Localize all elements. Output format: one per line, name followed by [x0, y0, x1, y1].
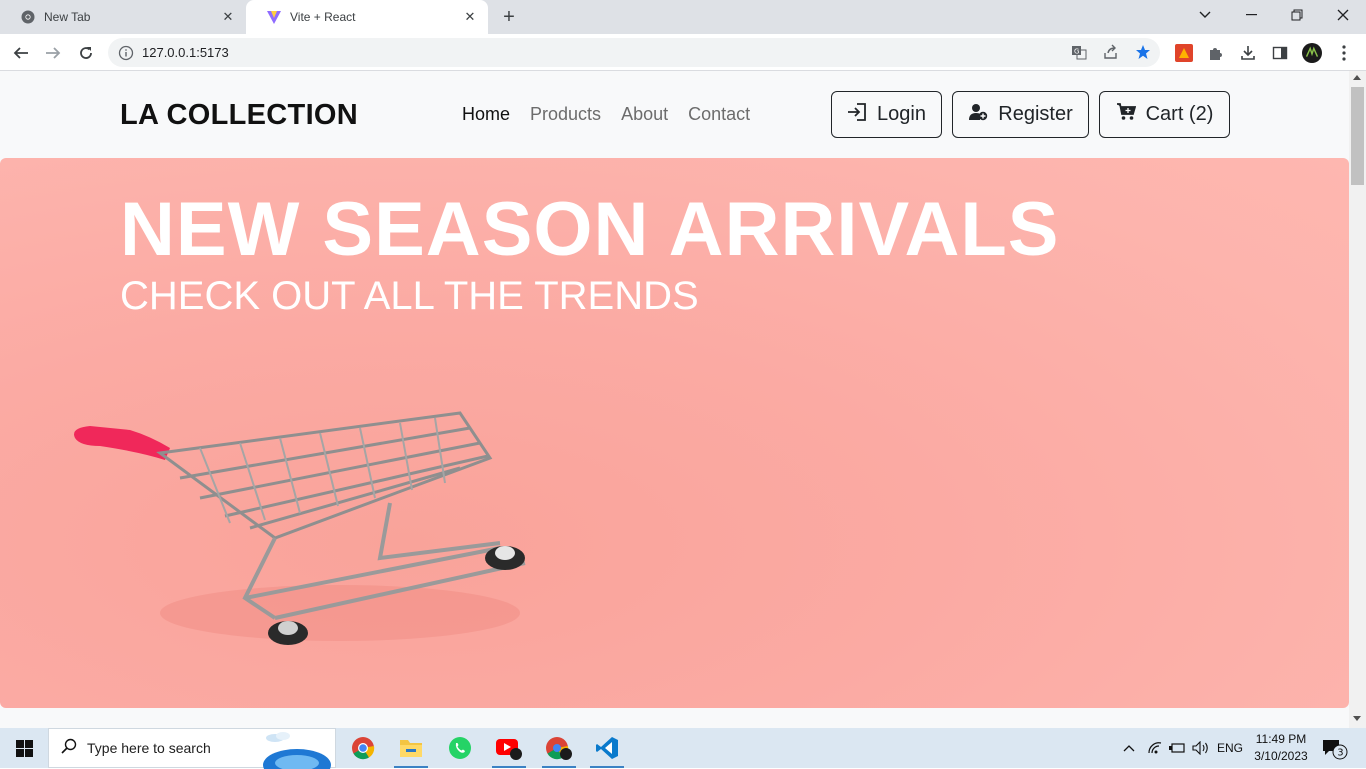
- cart-label: Cart (2): [1145, 103, 1214, 125]
- side-panel-icon[interactable]: [1270, 43, 1290, 63]
- address-bar[interactable]: 127.0.0.1:5173 G: [108, 38, 1160, 67]
- windows-start-icon[interactable]: [0, 728, 48, 768]
- notification-count: 3: [1337, 748, 1343, 759]
- vscode-icon[interactable]: [584, 728, 630, 768]
- chrome-icon: [20, 9, 36, 25]
- menu-dots-icon[interactable]: [1334, 43, 1354, 63]
- profile-avatar[interactable]: [1302, 43, 1322, 63]
- back-arrow-icon[interactable]: [8, 40, 34, 66]
- chrome-profile-taskbar-icon[interactable]: [536, 728, 582, 768]
- browser-toolbar: 127.0.0.1:5173 G: [0, 34, 1366, 71]
- search-placeholder: Type here to search: [87, 740, 211, 756]
- user-plus-icon: [968, 103, 988, 127]
- url-text: 127.0.0.1:5173: [142, 45, 229, 60]
- tab-search-icon[interactable]: [1182, 0, 1228, 30]
- login-label: Login: [877, 103, 926, 125]
- close-icon[interactable]: ✕: [462, 9, 478, 25]
- whatsapp-icon[interactable]: [437, 728, 483, 768]
- main-nav: Home Products About Contact: [462, 104, 750, 125]
- hero-title: NEW SEASON ARRIVALS: [120, 187, 1060, 272]
- language-indicator[interactable]: ENG: [1214, 728, 1246, 768]
- svg-text:G: G: [1074, 48, 1079, 56]
- weather-widget-icon[interactable]: [255, 729, 335, 769]
- tab-title: New Tab: [44, 10, 91, 24]
- tab-title: Vite + React: [290, 10, 356, 24]
- download-icon[interactable]: [1238, 43, 1258, 63]
- register-label: Register: [998, 103, 1073, 125]
- battery-icon[interactable]: [1166, 728, 1188, 768]
- youtube-app-icon[interactable]: [486, 728, 532, 768]
- tab-strip: New Tab ✕ Vite + React ✕ +: [0, 0, 1366, 34]
- reload-icon[interactable]: [73, 40, 99, 66]
- file-explorer-icon[interactable]: [388, 728, 434, 768]
- new-tab-button[interactable]: +: [498, 6, 520, 28]
- scroll-down-icon[interactable]: [1353, 716, 1361, 721]
- forward-arrow-icon[interactable]: [40, 40, 66, 66]
- taskbar: Type here to search ENG 11:49 PM 3/10/20…: [0, 728, 1366, 769]
- translate-icon[interactable]: G: [1070, 43, 1088, 61]
- login-button[interactable]: Login: [831, 91, 942, 138]
- taskbar-search[interactable]: Type here to search: [48, 728, 336, 769]
- hero-subtitle: CHECK OUT ALL THE TRENDS: [120, 274, 699, 318]
- tab-new-tab[interactable]: New Tab ✕: [0, 0, 246, 34]
- notification-center-icon[interactable]: 3: [1322, 738, 1348, 765]
- clock-date: 3/10/2023: [1254, 749, 1308, 763]
- clock-time: 11:49 PM: [1255, 732, 1307, 746]
- nav-products[interactable]: Products: [530, 104, 601, 125]
- page-scrollbar[interactable]: [1349, 71, 1366, 728]
- scroll-thumb[interactable]: [1351, 87, 1364, 185]
- hero-banner: NEW SEASON ARRIVALS CHECK OUT ALL THE TR…: [0, 158, 1349, 708]
- register-button[interactable]: Register: [952, 91, 1089, 138]
- taskbar-clock[interactable]: 11:49 PM 3/10/2023: [1246, 731, 1316, 765]
- bookmark-star-icon[interactable]: [1134, 43, 1152, 61]
- cart-button[interactable]: Cart (2): [1099, 91, 1230, 138]
- minimize-button[interactable]: [1228, 0, 1274, 30]
- scroll-up-icon[interactable]: [1353, 75, 1361, 80]
- close-window-button[interactable]: [1320, 0, 1366, 30]
- nav-contact[interactable]: Contact: [688, 104, 750, 125]
- share-icon[interactable]: [1102, 43, 1120, 61]
- close-icon[interactable]: ✕: [220, 9, 236, 25]
- nav-about[interactable]: About: [621, 104, 668, 125]
- volume-icon[interactable]: [1189, 728, 1213, 768]
- extension-icon[interactable]: [1174, 43, 1194, 63]
- puzzle-icon[interactable]: [1206, 43, 1226, 63]
- nav-home[interactable]: Home: [462, 104, 510, 125]
- sign-in-icon: [847, 102, 867, 127]
- chrome-taskbar-icon[interactable]: [340, 728, 386, 768]
- restore-button[interactable]: [1274, 0, 1320, 30]
- tab-vite-react[interactable]: Vite + React ✕: [246, 0, 488, 34]
- brand-logo[interactable]: LA COLLECTION: [120, 99, 358, 132]
- show-hidden-icons-icon[interactable]: [1118, 728, 1140, 768]
- wifi-icon[interactable]: [1144, 728, 1166, 768]
- cart-plus-icon: [1116, 102, 1136, 127]
- info-icon[interactable]: [118, 45, 134, 61]
- shopping-cart-image: [74, 411, 526, 645]
- search-icon: [61, 738, 77, 759]
- page-viewport: LA COLLECTION Home Products About Contac…: [0, 71, 1349, 728]
- vite-icon: [266, 9, 282, 25]
